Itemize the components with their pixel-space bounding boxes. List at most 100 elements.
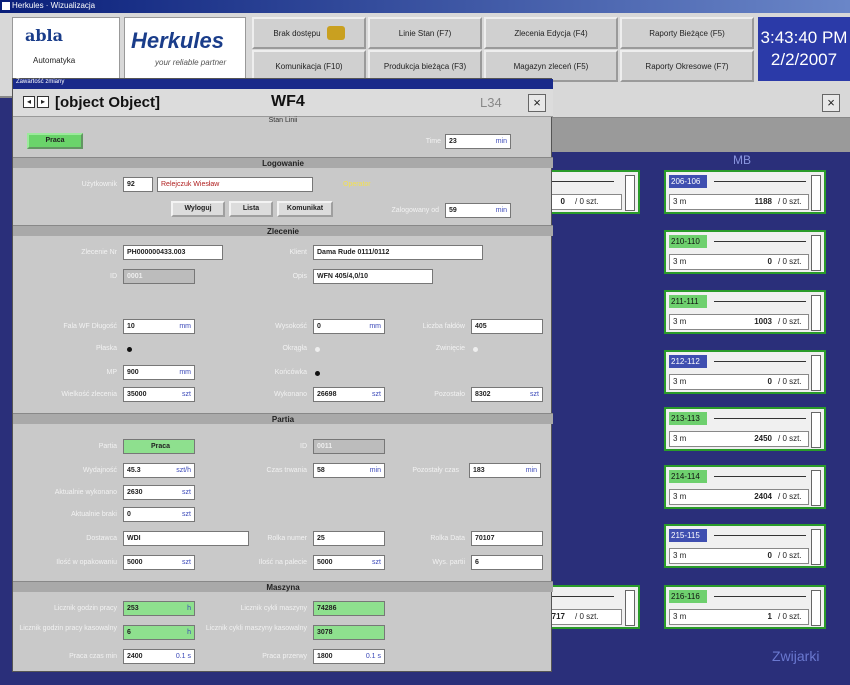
communication-label: Komunikacja (F10) — [275, 61, 343, 71]
list-button[interactable]: Lista — [229, 201, 273, 217]
card-line — [714, 596, 806, 597]
current-reports-button[interactable]: Raporty Bieżące (F5) — [620, 17, 754, 49]
height-field: 0 mm — [313, 319, 385, 334]
machine-card-211[interactable]: 211-111 3 m 1003 / 0 szt. — [664, 290, 826, 334]
work-time-min-value: 2400 — [127, 653, 143, 660]
next-machine-button[interactable]: ▸ — [37, 96, 49, 108]
batch-section-header: Partia — [13, 413, 553, 424]
machine-card-213[interactable]: 213-113 3 m 2450 / 0 szt. — [664, 407, 826, 451]
left-label: Pozostało — [434, 391, 465, 398]
round-label: Okrągła — [282, 345, 307, 352]
description-field: WFN 405/4,0/10 — [313, 269, 433, 284]
work-hours-unit: h — [187, 605, 191, 612]
machine-card-212[interactable]: 212-112 3 m 0 / 0 szt. — [664, 350, 826, 394]
message-button[interactable]: Komunikat — [277, 201, 333, 217]
orders-edit-label: Zlecenia Edycja (F4) — [514, 28, 588, 38]
card-counter: 1717 / 0 szt. — [542, 609, 622, 625]
break-time-field[interactable]: 1800 0.1 s — [313, 649, 385, 664]
performance-value: 45.3 — [127, 467, 141, 474]
orders-edit-button[interactable]: Zlecenia Edycja (F4) — [484, 17, 618, 49]
abla-logo: abla Automatyka — [12, 17, 120, 81]
height-unit: mm — [369, 323, 381, 330]
herkules-logo: Herkules your reliable partner — [124, 17, 246, 81]
pack-qty-value: 5000 — [127, 559, 143, 566]
main-view-strip — [552, 118, 850, 152]
twist-label: Zwinięcie — [435, 345, 465, 352]
machine-card-215[interactable]: 215-115 3 m 0 / 0 szt. — [664, 524, 826, 568]
lines-status-label: Linie Stan (F7) — [398, 28, 452, 38]
twist-radio[interactable] — [473, 347, 478, 352]
duration-label: Czas trwania — [266, 467, 307, 474]
user-role: Operator — [343, 181, 371, 188]
fold-count-field: 405 — [471, 319, 543, 334]
card-counter: 3 m 1188 / 0 szt. — [669, 194, 809, 210]
length-unit: mm — [179, 323, 191, 330]
lines-status-button[interactable]: Linie Stan (F7) — [368, 17, 482, 49]
order-size-unit: szt — [182, 391, 191, 398]
orders-storage-label: Magazyn zleceń (F5) — [513, 61, 589, 71]
card-counter: 3 m 2404 / 0 szt. — [669, 489, 809, 505]
performance-label: Wydajność — [82, 467, 117, 474]
machine-card-214[interactable]: 214-114 3 m 2404 / 0 szt. — [664, 465, 826, 509]
flat-radio[interactable] — [127, 347, 132, 352]
dialog-header: ◂ ▸ [object Object] WF4 L34 × — [13, 89, 553, 117]
card-line — [714, 181, 806, 182]
logout-button[interactable]: Wyloguj — [171, 201, 225, 217]
prev-machine-button[interactable]: ◂ — [23, 96, 35, 108]
card-id: 215-115 — [669, 529, 707, 542]
end-indicator — [315, 371, 320, 376]
card-line — [714, 241, 806, 242]
card-counter: 3 m 2450 / 0 szt. — [669, 431, 809, 447]
mp-label: MP — [106, 369, 118, 376]
machine-code: WF4 — [271, 93, 305, 110]
order-size-label: Wielkość zlecenia — [61, 391, 117, 398]
card-unit: / 0 szt. — [778, 377, 802, 386]
card-count: 1188 — [754, 197, 772, 206]
left-unit: szt — [530, 391, 539, 398]
batch-id-field: 0011 — [313, 439, 385, 454]
clock: 3:43:40 PM 2/2/2007 — [758, 17, 850, 81]
machine-name: [object Object] — [55, 94, 161, 111]
period-reports-button[interactable]: Raporty Okresowe (F7) — [620, 50, 754, 82]
card-unit: / 0 szt. — [575, 612, 599, 621]
order-number-field: PH000000433.003 — [123, 245, 223, 260]
current-scrap-label: Aktualnie braki — [71, 511, 117, 518]
pallet-qty-value: 5000 — [317, 559, 333, 566]
work-time-min-field[interactable]: 2400 0.1 s — [123, 649, 195, 664]
time-value: 23 — [449, 138, 457, 145]
pack-qty-label: Ilość w opakowaniu — [56, 559, 117, 566]
machine-card-210[interactable]: 210-110 3 m 0 / 0 szt. — [664, 230, 826, 274]
performance-field: 45.3 szt/h — [123, 463, 195, 478]
logged-in-unit: min — [495, 207, 507, 214]
break-time-label: Praca przerwy — [262, 653, 307, 660]
card-line — [714, 476, 806, 477]
dialog-caption: Zawartość zmiany — [13, 79, 553, 89]
mp-field: 900 mm — [123, 365, 195, 380]
machine-card-216[interactable]: 216-116 3 m 1 / 0 szt. — [664, 585, 826, 629]
machine-card-206[interactable]: 206-106 3 m 1188 / 0 szt. — [664, 170, 826, 214]
current-made-field: 2630 szt — [123, 485, 195, 500]
card-id: 213-113 — [669, 412, 707, 425]
status-button[interactable]: Praca — [27, 133, 83, 149]
no-access-button[interactable]: Brak dostępu — [252, 17, 366, 49]
resettable-hours-value: 6 — [127, 629, 131, 636]
machine-section-header: Maszyna — [13, 581, 553, 592]
round-radio[interactable] — [315, 347, 320, 352]
resettable-hours-unit: h — [187, 629, 191, 636]
abla-logo-brand: abla — [25, 26, 63, 45]
main-close-button[interactable]: × — [822, 94, 840, 112]
dialog-close-button[interactable]: × — [528, 94, 546, 112]
duration-value: 58 — [317, 467, 325, 474]
card-id: 214-114 — [669, 470, 707, 483]
line-code: L34 — [480, 95, 502, 110]
clock-time: 3:43:40 PM — [760, 28, 848, 47]
herkules-logo-sub: your reliable partner — [155, 58, 227, 67]
card-count: 2450 — [754, 434, 772, 443]
end-label: Końcówka — [274, 369, 307, 376]
pallet-qty-unit: szt — [372, 559, 381, 566]
card-unit: / 0 szt. — [778, 197, 802, 206]
card-count: 0 — [767, 377, 772, 386]
resettable-cycles-label: Licznik cykli maszyny kasowalny — [205, 625, 307, 632]
card-line — [714, 418, 806, 419]
client-field: Dama Rude 0111/0112 — [313, 245, 483, 260]
